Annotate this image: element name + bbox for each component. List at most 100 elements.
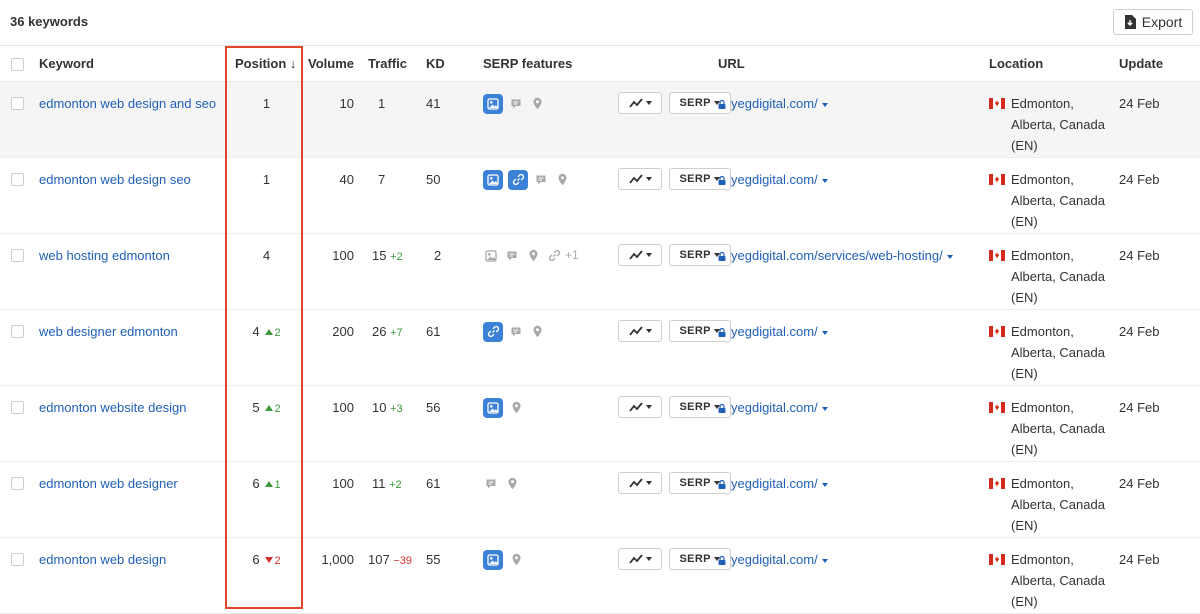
trend-button[interactable] xyxy=(618,472,662,494)
url-dropdown-icon[interactable] xyxy=(821,178,828,183)
table-header: Keyword Position ↓ Volume Traffic KD SER… xyxy=(0,45,1200,82)
column-keyword[interactable]: Keyword xyxy=(30,46,226,82)
kd-value: 61 xyxy=(426,324,441,339)
column-update[interactable]: Update xyxy=(1118,46,1200,82)
keyword-link[interactable]: edmonton web design and seo xyxy=(39,93,216,114)
image-pack-icon[interactable] xyxy=(483,246,499,266)
trend-button[interactable] xyxy=(618,548,662,570)
keyword-link[interactable]: edmonton web design xyxy=(39,549,166,570)
lock-icon xyxy=(718,556,726,565)
location-cell: Edmonton, Alberta, Canada (EN) xyxy=(989,321,1118,384)
image-pack-icon[interactable] xyxy=(483,93,503,114)
update-date: 24 Feb xyxy=(1119,172,1160,187)
url-link[interactable]: yegdigital.com/ xyxy=(731,324,818,339)
serp-features xyxy=(483,549,611,570)
local-pack-icon[interactable] xyxy=(529,322,545,342)
column-position[interactable]: Position ↓ xyxy=(226,46,303,82)
kd-value: 2 xyxy=(434,248,442,263)
image-pack-icon[interactable] xyxy=(483,169,503,190)
position-change: 2 xyxy=(274,403,281,415)
column-serp-features[interactable]: SERP features xyxy=(483,46,611,82)
local-pack-icon[interactable] xyxy=(554,170,570,190)
review-icon[interactable] xyxy=(508,322,524,342)
column-volume[interactable]: Volume xyxy=(303,46,354,82)
position-value: 1 xyxy=(262,96,271,111)
row-checkbox[interactable] xyxy=(11,249,24,262)
review-icon[interactable] xyxy=(483,474,499,494)
url-link[interactable]: yegdigital.com/ xyxy=(731,552,818,567)
url-dropdown-icon[interactable] xyxy=(821,330,828,335)
trend-button[interactable] xyxy=(618,168,662,190)
row-checkbox[interactable] xyxy=(11,97,24,110)
keyword-link[interactable]: web designer edmonton xyxy=(39,321,178,342)
canada-flag-icon xyxy=(989,402,1005,413)
chevron-down-icon xyxy=(645,481,652,485)
keyword-link[interactable]: edmonton web designer xyxy=(39,473,178,494)
trend-button[interactable] xyxy=(618,396,662,418)
update-date: 24 Feb xyxy=(1119,324,1160,339)
location-cell: Edmonton, Alberta, Canada (EN) xyxy=(989,93,1118,156)
row-checkbox[interactable] xyxy=(11,173,24,186)
sitelinks-icon[interactable] xyxy=(508,169,528,190)
select-all-checkbox[interactable] xyxy=(11,58,24,72)
local-pack-icon[interactable] xyxy=(508,398,524,418)
row-checkbox[interactable] xyxy=(11,553,24,566)
location-line1: Edmonton, xyxy=(1011,172,1074,187)
keyword-link[interactable]: edmonton web design seo xyxy=(39,169,191,190)
local-pack-icon[interactable] xyxy=(529,94,545,114)
local-pack-icon[interactable] xyxy=(525,246,541,266)
lock-icon xyxy=(718,252,726,261)
volume-value: 40 xyxy=(339,172,354,187)
row-checkbox[interactable] xyxy=(11,477,24,490)
row-checkbox[interactable] xyxy=(11,325,24,338)
row-checkbox[interactable] xyxy=(11,401,24,414)
location-line1: Edmonton, xyxy=(1011,552,1074,567)
sitelinks-icon[interactable] xyxy=(546,246,562,266)
trend-button[interactable] xyxy=(618,244,662,266)
table-row: edmonton web design seo 1 40 7 50 SERP y… xyxy=(0,158,1200,234)
url-link[interactable]: yegdigital.com/ xyxy=(731,400,818,415)
column-location[interactable]: Location xyxy=(986,46,1118,82)
column-url[interactable]: URL xyxy=(716,46,986,82)
url-link[interactable]: yegdigital.com/ xyxy=(731,96,818,111)
chevron-down-icon xyxy=(645,177,652,181)
local-pack-icon[interactable] xyxy=(504,474,520,494)
arrow-up-icon xyxy=(264,405,273,412)
serp-button-label: SERP xyxy=(679,552,711,565)
url-link[interactable]: yegdigital.com/services/web-hosting/ xyxy=(731,248,943,263)
keyword-link[interactable]: edmonton website design xyxy=(39,397,186,418)
url-dropdown-icon[interactable] xyxy=(821,406,828,411)
local-pack-icon[interactable] xyxy=(508,550,524,570)
export-button[interactable]: Export xyxy=(1113,9,1193,35)
table-row: web hosting edmonton 4 100 15 +2 2 +1 SE… xyxy=(0,234,1200,310)
url-link[interactable]: yegdigital.com/ xyxy=(731,476,818,491)
more-features[interactable]: +1 xyxy=(565,245,579,266)
image-pack-icon[interactable] xyxy=(483,397,503,418)
trend-button[interactable] xyxy=(618,320,662,342)
url-dropdown-icon[interactable] xyxy=(821,482,828,487)
traffic-value: 1 xyxy=(378,96,386,111)
sitelinks-icon[interactable] xyxy=(483,321,503,342)
serp-button-label: SERP xyxy=(679,476,711,489)
url-link[interactable]: yegdigital.com/ xyxy=(731,172,818,187)
update-date: 24 Feb xyxy=(1119,96,1160,111)
location-cell: Edmonton, Alberta, Canada (EN) xyxy=(989,549,1118,612)
review-icon[interactable] xyxy=(508,94,524,114)
location-line1: Edmonton, xyxy=(1011,400,1074,415)
serp-button-label: SERP xyxy=(679,96,711,109)
column-kd[interactable]: KD xyxy=(426,46,466,82)
review-icon[interactable] xyxy=(533,170,549,190)
position-change: 2 xyxy=(274,555,281,567)
url-dropdown-icon[interactable] xyxy=(821,558,828,563)
trend-button[interactable] xyxy=(618,92,662,114)
serp-button-label: SERP xyxy=(679,172,711,185)
url-dropdown-icon[interactable] xyxy=(821,102,828,107)
location-line1: Edmonton, xyxy=(1011,476,1074,491)
table-row: edmonton web designer 61 100 11 +2 61 SE… xyxy=(0,462,1200,538)
export-label: Export xyxy=(1141,14,1183,30)
column-traffic[interactable]: Traffic xyxy=(368,46,418,82)
keyword-link[interactable]: web hosting edmonton xyxy=(39,245,170,266)
url-dropdown-icon[interactable] xyxy=(946,254,953,259)
review-icon[interactable] xyxy=(504,246,520,266)
image-pack-icon[interactable] xyxy=(483,549,503,570)
